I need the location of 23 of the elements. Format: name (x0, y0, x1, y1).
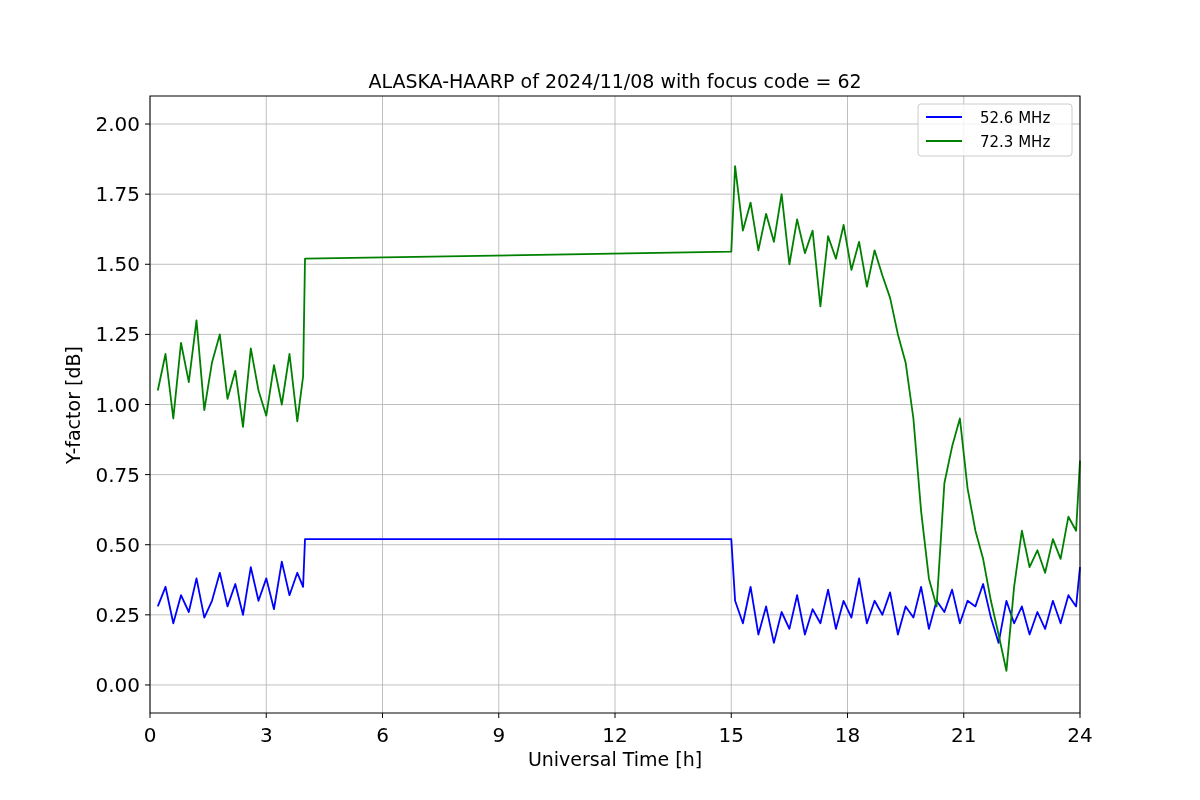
legend-label: 72.3 MHz (980, 133, 1051, 151)
tick-label: 6 (376, 723, 389, 747)
tick-label: 0 (143, 723, 157, 747)
tick-label: 0.50 (95, 532, 140, 557)
x-axis-label: Universal Time [h] (527, 748, 703, 770)
tick-label: 24 (1067, 723, 1093, 747)
legend-label: 52.6 MHz (980, 109, 1051, 127)
tick-label: 9 (492, 723, 506, 747)
tick-label: 1.50 (95, 252, 140, 277)
tick-label: 18 (834, 723, 861, 747)
tick-label: 1.00 (95, 392, 140, 417)
tick-label: 12 (602, 723, 628, 747)
tick-label: 3 (259, 723, 273, 747)
chart-title: ALASKA-HAARP of 2024/11/08 with focus code = 62 (368, 70, 862, 92)
y-axis-label: Y-factor [dB] (62, 346, 84, 464)
tick-label: 2.00 (95, 112, 140, 137)
tick-label: 1.75 (95, 182, 140, 207)
tick-label: 1.25 (95, 322, 140, 347)
tick-label: 0.00 (95, 672, 140, 697)
tick-label: 15 (718, 723, 744, 747)
tick-label: 0.25 (95, 602, 140, 627)
tick-label: 0.75 (95, 462, 140, 487)
tick-label: 21 (951, 723, 977, 747)
